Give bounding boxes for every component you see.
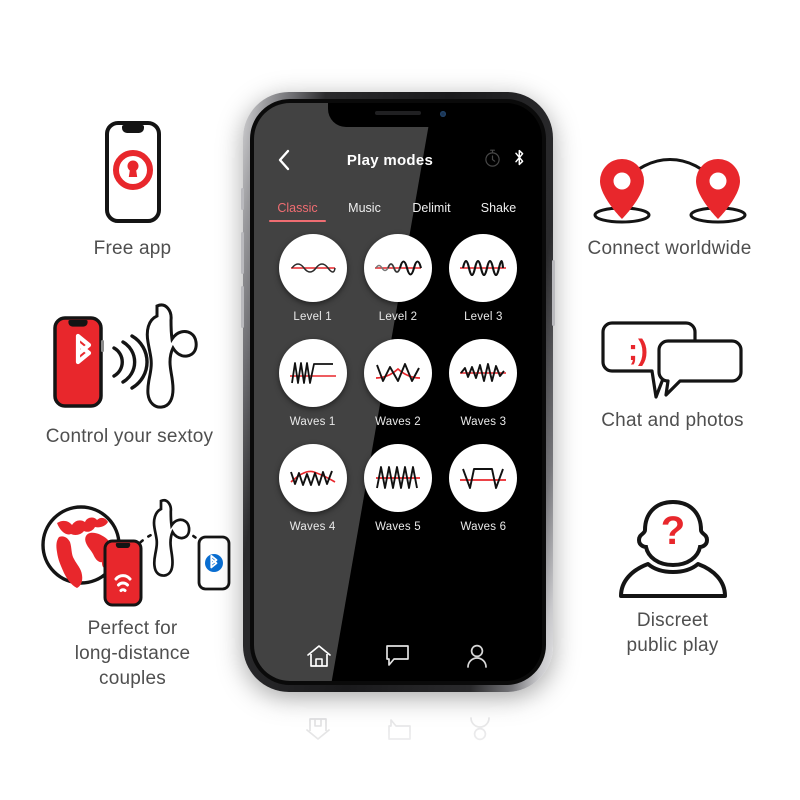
reflection-fade [243, 697, 553, 797]
feature-control-sextoy: Control your sextoy [22, 300, 237, 449]
phone-bluetooth-toy-icon [22, 300, 237, 420]
stopwatch-icon[interactable] [484, 148, 501, 172]
wave-icon-wide-triangle-peak [363, 339, 432, 407]
bottom-navigation [254, 639, 542, 673]
feature-caption: Control your sextoy [45, 426, 214, 447]
tab-label: Classic [277, 201, 318, 215]
feature-caption: Discreet public play [626, 610, 719, 656]
wave-icon-small-then-large-zigzag [449, 339, 518, 407]
phone-bezel: Play modes Classic Music Delimit Shake L… [250, 99, 546, 685]
feature-caption: Connect worldwide [587, 238, 752, 259]
mode-label: Level 1 [293, 311, 332, 323]
wave-icon-square-pulse [449, 444, 518, 512]
wave-icon-sine-ramping-amplitude [363, 234, 432, 302]
phone-reflection [243, 697, 553, 797]
bluetooth-icon[interactable] [513, 148, 526, 172]
two-speech-bubbles-icon: ;) [565, 312, 780, 404]
phone-frame: Play modes Classic Music Delimit Shake L… [241, 92, 555, 692]
poster-canvas: Free app Control your sextoy Perfect for… [0, 0, 800, 800]
volume-down-button[interactable] [241, 286, 244, 328]
feature-caption: Chat and photos [601, 410, 744, 431]
feature-caption: Free app [93, 238, 172, 259]
wave-icon-sine-low-amplitude [278, 234, 347, 302]
phone-mockup: Play modes Classic Music Delimit Shake L… [241, 92, 555, 692]
play-mode-waves-6[interactable]: Waves 6 [441, 444, 526, 533]
feature-free-app: Free app [25, 112, 240, 261]
phone-screen: Play modes Classic Music Delimit Shake L… [254, 103, 542, 681]
profile-icon[interactable] [457, 639, 497, 673]
tab-label: Delimit [412, 201, 451, 215]
phone-lock-icon [25, 112, 240, 232]
mode-tabs: Classic Music Delimit Shake [254, 191, 542, 222]
feature-connect-worldwide: Connect worldwide [562, 140, 777, 261]
play-mode-waves-4[interactable]: Waves 4 [270, 444, 355, 533]
tab-shake[interactable]: Shake [465, 195, 532, 222]
chevron-left-icon[interactable] [270, 147, 296, 173]
two-map-pins-icon [562, 140, 777, 232]
phone-notch [328, 103, 468, 127]
volume-up-button[interactable] [241, 232, 244, 274]
play-mode-waves-2[interactable]: Waves 2 [355, 339, 440, 428]
mode-label: Level 2 [378, 311, 418, 323]
wave-icon-zigzag-with-arc [278, 444, 347, 512]
home-icon[interactable] [299, 639, 339, 673]
wave-icon-sine-high-frequency [449, 234, 518, 302]
wave-icon-burst-then-hold [278, 339, 347, 407]
mode-label: Waves 2 [375, 416, 421, 428]
play-mode-level-1[interactable]: Level 1 [270, 234, 355, 323]
emoticon: ;) [628, 334, 648, 367]
mode-label: Waves 3 [460, 416, 507, 428]
page-title: Play modes [346, 151, 434, 169]
tab-label: Music [348, 201, 381, 215]
mode-label: Waves 1 [289, 416, 336, 428]
tab-delimit[interactable]: Delimit [398, 195, 465, 222]
tab-classic[interactable]: Classic [264, 195, 331, 222]
front-camera [440, 111, 446, 117]
earpiece-speaker [375, 111, 421, 115]
play-mode-level-3[interactable]: Level 3 [441, 234, 526, 323]
wave-icon-dense-triangle-ramp [363, 444, 432, 512]
play-mode-level-2[interactable]: Level 2 [355, 234, 440, 323]
feature-caption: Perfect for long-distance couples [74, 618, 191, 689]
play-mode-waves-5[interactable]: Waves 5 [355, 444, 440, 533]
tab-label: Shake [480, 201, 517, 215]
mode-label: Waves 5 [375, 521, 421, 533]
tab-music[interactable]: Music [331, 195, 398, 222]
anonymous-person-icon: ? [565, 492, 780, 604]
chat-bubble-icon[interactable] [378, 639, 418, 673]
mute-switch[interactable] [241, 188, 244, 210]
play-mode-waves-3[interactable]: Waves 3 [441, 339, 526, 428]
mode-label: Level 3 [464, 311, 503, 323]
feature-chat-photos: ;) Chat and photos [565, 312, 780, 433]
play-mode-waves-1[interactable]: Waves 1 [270, 339, 355, 428]
header-actions [484, 148, 526, 172]
mode-label: Waves 6 [460, 521, 507, 533]
play-mode-grid: Level 1 Level 2 Level 3 Waves 1 Waves 2 … [254, 222, 542, 533]
question-mark: ? [660, 509, 684, 553]
feature-discreet-play: ? Discreet public play [565, 492, 780, 658]
globe-phone-toy-icon [25, 492, 240, 612]
mode-label: Waves 4 [289, 521, 336, 533]
feature-long-distance: Perfect for long-distance couples [25, 492, 240, 691]
power-button[interactable] [552, 260, 555, 326]
